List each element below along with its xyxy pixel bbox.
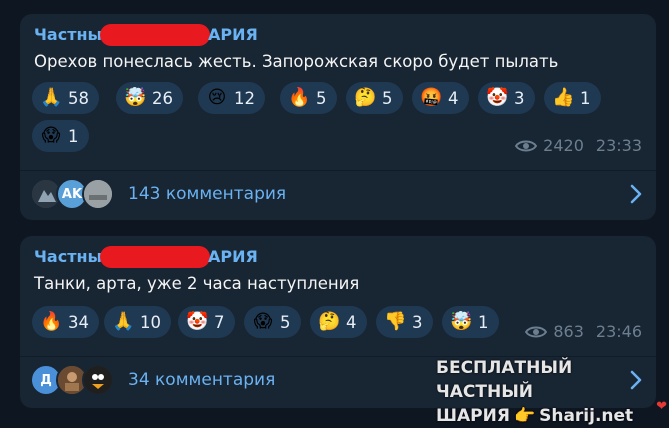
views-icon xyxy=(525,326,548,337)
channel-name-start: Частны xyxy=(34,24,103,44)
message-bubble-1: Частны АРИЯ Орехов понеслась жесть. Запор… xyxy=(20,14,656,220)
comments-count: 143 комментария xyxy=(128,184,287,204)
commenter-avatars: Д xyxy=(30,364,114,396)
reaction-pill[interactable]: 😱 1 xyxy=(32,120,89,152)
folded-hands-icon: 🙏 xyxy=(40,87,63,108)
reaction-pill[interactable]: 🤡 7 xyxy=(178,306,235,338)
channel-name[interactable]: Частны АРИЯ xyxy=(34,246,258,268)
reaction-pill[interactable]: 👍 1 xyxy=(544,82,601,114)
reaction-pill[interactable]: 😢 12 xyxy=(198,82,265,114)
channel-name-end: АРИЯ xyxy=(208,246,258,266)
reaction-pill[interactable]: 🔥 34 xyxy=(32,306,99,338)
watermark: БЕСПЛАТНЫЙ ЧАСТНЫЙ ШАРИЯ 👉 Sharij.net xyxy=(436,356,669,428)
watermark-line1: БЕСПЛАТНЫЙ ЧАСТНЫЙ xyxy=(436,358,573,402)
pointing-hand-icon: 👉 xyxy=(513,406,536,426)
exploding-head-icon: 🤯 xyxy=(124,87,147,108)
heart-icon: ❤ xyxy=(656,399,667,414)
views-count: 2420 xyxy=(543,136,584,155)
message-text: Танки, арта, уже 2 часа наступления xyxy=(34,274,360,293)
screaming-face-icon: 😱 xyxy=(253,311,273,332)
chevron-right-icon xyxy=(630,184,642,204)
reaction-pill[interactable]: 🔥 5 xyxy=(280,82,337,114)
redaction-bar xyxy=(100,246,211,268)
reaction-pill[interactable]: 🤬 4 xyxy=(412,82,469,114)
exploding-head-icon: 🤯 xyxy=(450,311,473,332)
thumbs-up-icon: 👍 xyxy=(552,87,575,108)
thumbs-down-icon: 👎 xyxy=(384,311,407,332)
comments-button[interactable]: AK 143 комментария xyxy=(20,172,656,216)
reaction-pill[interactable]: 🤯 1 xyxy=(442,306,499,338)
reaction-pill[interactable]: 🙏 10 xyxy=(104,306,171,338)
fire-icon: 🔥 xyxy=(40,311,63,332)
avatar-photo-icon xyxy=(84,180,112,208)
watermark-line2: ШАРИЯ 👉 Sharij.net xyxy=(436,406,634,426)
fire-icon: 🔥 xyxy=(288,87,311,108)
message-text: Орехов понеслась жесть. Запорожская скор… xyxy=(34,52,559,71)
channel-name-start: Частны xyxy=(34,246,103,266)
avatar xyxy=(82,364,114,396)
clown-face-icon: 🤡 xyxy=(486,87,509,108)
reaction-pill[interactable]: 🤔 4 xyxy=(310,306,367,338)
folded-hands-icon: 🙏 xyxy=(112,311,135,332)
reaction-pill[interactable]: 🤯 26 xyxy=(116,82,183,114)
cursing-face-icon: 🤬 xyxy=(420,87,443,108)
views-count: 863 xyxy=(553,322,584,341)
thinking-face-icon: 🤔 xyxy=(354,87,377,108)
divider xyxy=(20,170,656,171)
reaction-pill[interactable]: 👎 3 xyxy=(376,306,433,338)
avatar-photo-icon xyxy=(84,366,112,394)
redaction-bar xyxy=(100,24,211,46)
message-time: 23:33 xyxy=(595,136,642,155)
channel-name[interactable]: Частны АРИЯ xyxy=(34,24,258,46)
crying-face-icon: 😢 xyxy=(207,87,227,108)
reaction-pill[interactable]: 🤔 5 xyxy=(346,82,403,114)
message-meta: 863 23:46 xyxy=(525,322,642,341)
channel-name-end: АРИЯ xyxy=(208,24,258,44)
reaction-pill[interactable]: 🤡 3 xyxy=(478,82,535,114)
reaction-pill[interactable]: 😱 5 xyxy=(244,306,301,338)
message-meta: 2420 23:33 xyxy=(515,136,642,155)
commenter-avatars: AK xyxy=(30,178,114,210)
views-icon xyxy=(515,140,538,151)
reaction-pill[interactable]: 🙏 58 xyxy=(32,82,99,114)
comments-count: 34 комментария xyxy=(128,370,276,390)
message-time: 23:46 xyxy=(595,322,642,341)
thinking-face-icon: 🤔 xyxy=(318,311,341,332)
screaming-face-icon: 😱 xyxy=(41,125,61,146)
avatar xyxy=(82,178,114,210)
clown-face-icon: 🤡 xyxy=(186,311,209,332)
